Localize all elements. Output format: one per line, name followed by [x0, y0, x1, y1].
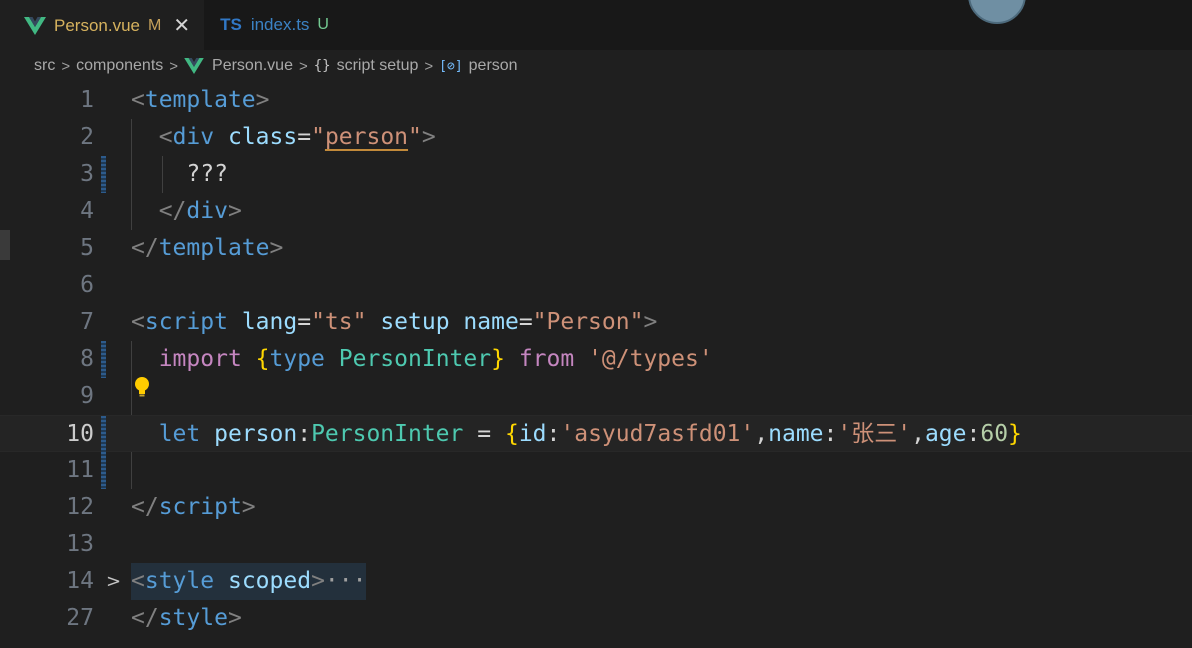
- tag-name: style: [158, 605, 228, 631]
- breadcrumb-person-label: person: [468, 57, 518, 74]
- chevron-right-icon: >: [169, 57, 179, 75]
- attr-name: name: [463, 309, 519, 335]
- lightbulb-icon[interactable]: [133, 376, 151, 398]
- chevron-right-icon: >: [424, 57, 434, 75]
- number-literal: 60: [980, 421, 1009, 447]
- attr-value: "Person": [532, 309, 644, 335]
- modified-line-indicator: [101, 452, 106, 489]
- close-icon[interactable]: ✕: [173, 16, 190, 36]
- code-editor[interactable]: 1 <template> 2 <div class="person"> 3 ??…: [0, 82, 1192, 648]
- line-number: 12: [66, 494, 94, 520]
- code-line[interactable]: 1 <template>: [0, 82, 1192, 119]
- text-content: ???: [186, 161, 228, 187]
- folded-ellipsis[interactable]: ···: [325, 568, 367, 594]
- line-number: 8: [80, 346, 94, 372]
- code-line[interactable]: 6: [0, 267, 1192, 304]
- typescript-icon: TS: [220, 15, 242, 34]
- breadcrumb-person[interactable]: [⊘] person: [439, 57, 517, 75]
- modified-line-indicator: [101, 156, 106, 193]
- attr-name: class: [227, 124, 298, 150]
- breadcrumb-components[interactable]: components: [76, 57, 163, 75]
- code-line[interactable]: 12 </script>: [0, 489, 1192, 526]
- line-number: 9: [80, 383, 94, 409]
- line-number: 7: [80, 309, 94, 335]
- line-number: 5: [80, 235, 94, 261]
- code-line[interactable]: 2 <div class="person">: [0, 119, 1192, 156]
- breadcrumb: src > components > Person.vue > {} scrip…: [0, 50, 1192, 82]
- attr-name: lang: [241, 309, 298, 335]
- string-literal: 'asyud7asfd01': [560, 421, 755, 447]
- attr-name: setup: [380, 309, 450, 335]
- chevron-right-icon: >: [61, 57, 71, 75]
- vue-icon: [24, 16, 46, 35]
- tab-label: Person.vue: [54, 15, 140, 35]
- variable-name: person: [214, 421, 298, 447]
- code-line[interactable]: 7 <script lang="ts" setup name="Person">: [0, 304, 1192, 341]
- keyword: type: [269, 346, 325, 372]
- tag-name: template: [144, 87, 256, 113]
- modified-badge: M: [148, 16, 162, 34]
- tab-person-vue[interactable]: Person.vue M ✕: [0, 0, 205, 50]
- vue-icon: [184, 58, 204, 74]
- code-line[interactable]: 5 </template>: [0, 230, 1192, 267]
- string-literal: '@/types': [588, 346, 713, 372]
- chevron-right-icon[interactable]: >: [106, 563, 121, 600]
- symbol-variable-icon: [⊘]: [439, 58, 463, 74]
- modified-line-indicator: [101, 341, 106, 378]
- breadcrumb-src[interactable]: src: [34, 57, 55, 75]
- breadcrumb-file-label: Person.vue: [212, 57, 293, 74]
- keyword: let: [158, 421, 201, 447]
- attr-name: scoped: [227, 568, 312, 594]
- tag-name: div: [172, 124, 215, 150]
- property-key: name: [768, 421, 824, 447]
- untracked-badge: U: [317, 16, 329, 33]
- line-number: 3: [80, 161, 94, 187]
- tag-name: style: [144, 568, 215, 594]
- code-line[interactable]: 8 import {type PersonInter} from '@/type…: [0, 341, 1192, 378]
- chevron-right-icon: >: [298, 57, 308, 75]
- type-name: PersonInter: [311, 421, 464, 447]
- line-number: 13: [66, 531, 94, 557]
- code-line[interactable]: 4 </div>: [0, 193, 1192, 230]
- property-key: age: [924, 421, 967, 447]
- line-number: 6: [80, 272, 94, 298]
- breadcrumb-script-setup[interactable]: {} script setup: [314, 57, 419, 75]
- code-line[interactable]: 27 </style>: [0, 600, 1192, 637]
- modified-line-indicator: [101, 416, 106, 453]
- attr-value: person: [324, 124, 409, 150]
- code-line-folded[interactable]: 14 > <style scoped>···: [0, 563, 1192, 600]
- code-line[interactable]: 11: [0, 452, 1192, 489]
- breadcrumb-file[interactable]: Person.vue: [184, 57, 293, 75]
- line-number: 2: [80, 124, 94, 150]
- code-line[interactable]: 13: [0, 526, 1192, 563]
- tag-name: template: [158, 235, 270, 261]
- tag-name: div: [186, 198, 228, 224]
- line-number: 10: [66, 421, 94, 447]
- line-number: 1: [80, 87, 94, 113]
- braces-icon: {}: [313, 58, 331, 74]
- line-number: 14: [66, 568, 94, 594]
- code-line[interactable]: 3 ???: [0, 156, 1192, 193]
- tag-name: script: [158, 494, 242, 520]
- breadcrumb-script-setup-label: script setup: [336, 57, 419, 74]
- property-key: id: [518, 421, 547, 447]
- tab-index-ts[interactable]: TS index.ts U: [204, 0, 343, 50]
- line-number: 4: [80, 198, 94, 224]
- line-number: 11: [66, 457, 94, 483]
- tag-name: script: [144, 309, 228, 335]
- attr-value: "ts": [311, 309, 367, 335]
- keyword: from: [518, 346, 575, 372]
- type-name: PersonInter: [338, 346, 492, 372]
- tab-label: index.ts: [250, 15, 310, 34]
- keyword: import: [158, 346, 242, 372]
- code-line[interactable]: 9: [0, 376, 1192, 415]
- code-line-current[interactable]: 10 let person:PersonInter = {id:'asyud7a…: [0, 415, 1192, 453]
- string-literal: '张三': [837, 421, 912, 447]
- line-number: 27: [66, 605, 94, 631]
